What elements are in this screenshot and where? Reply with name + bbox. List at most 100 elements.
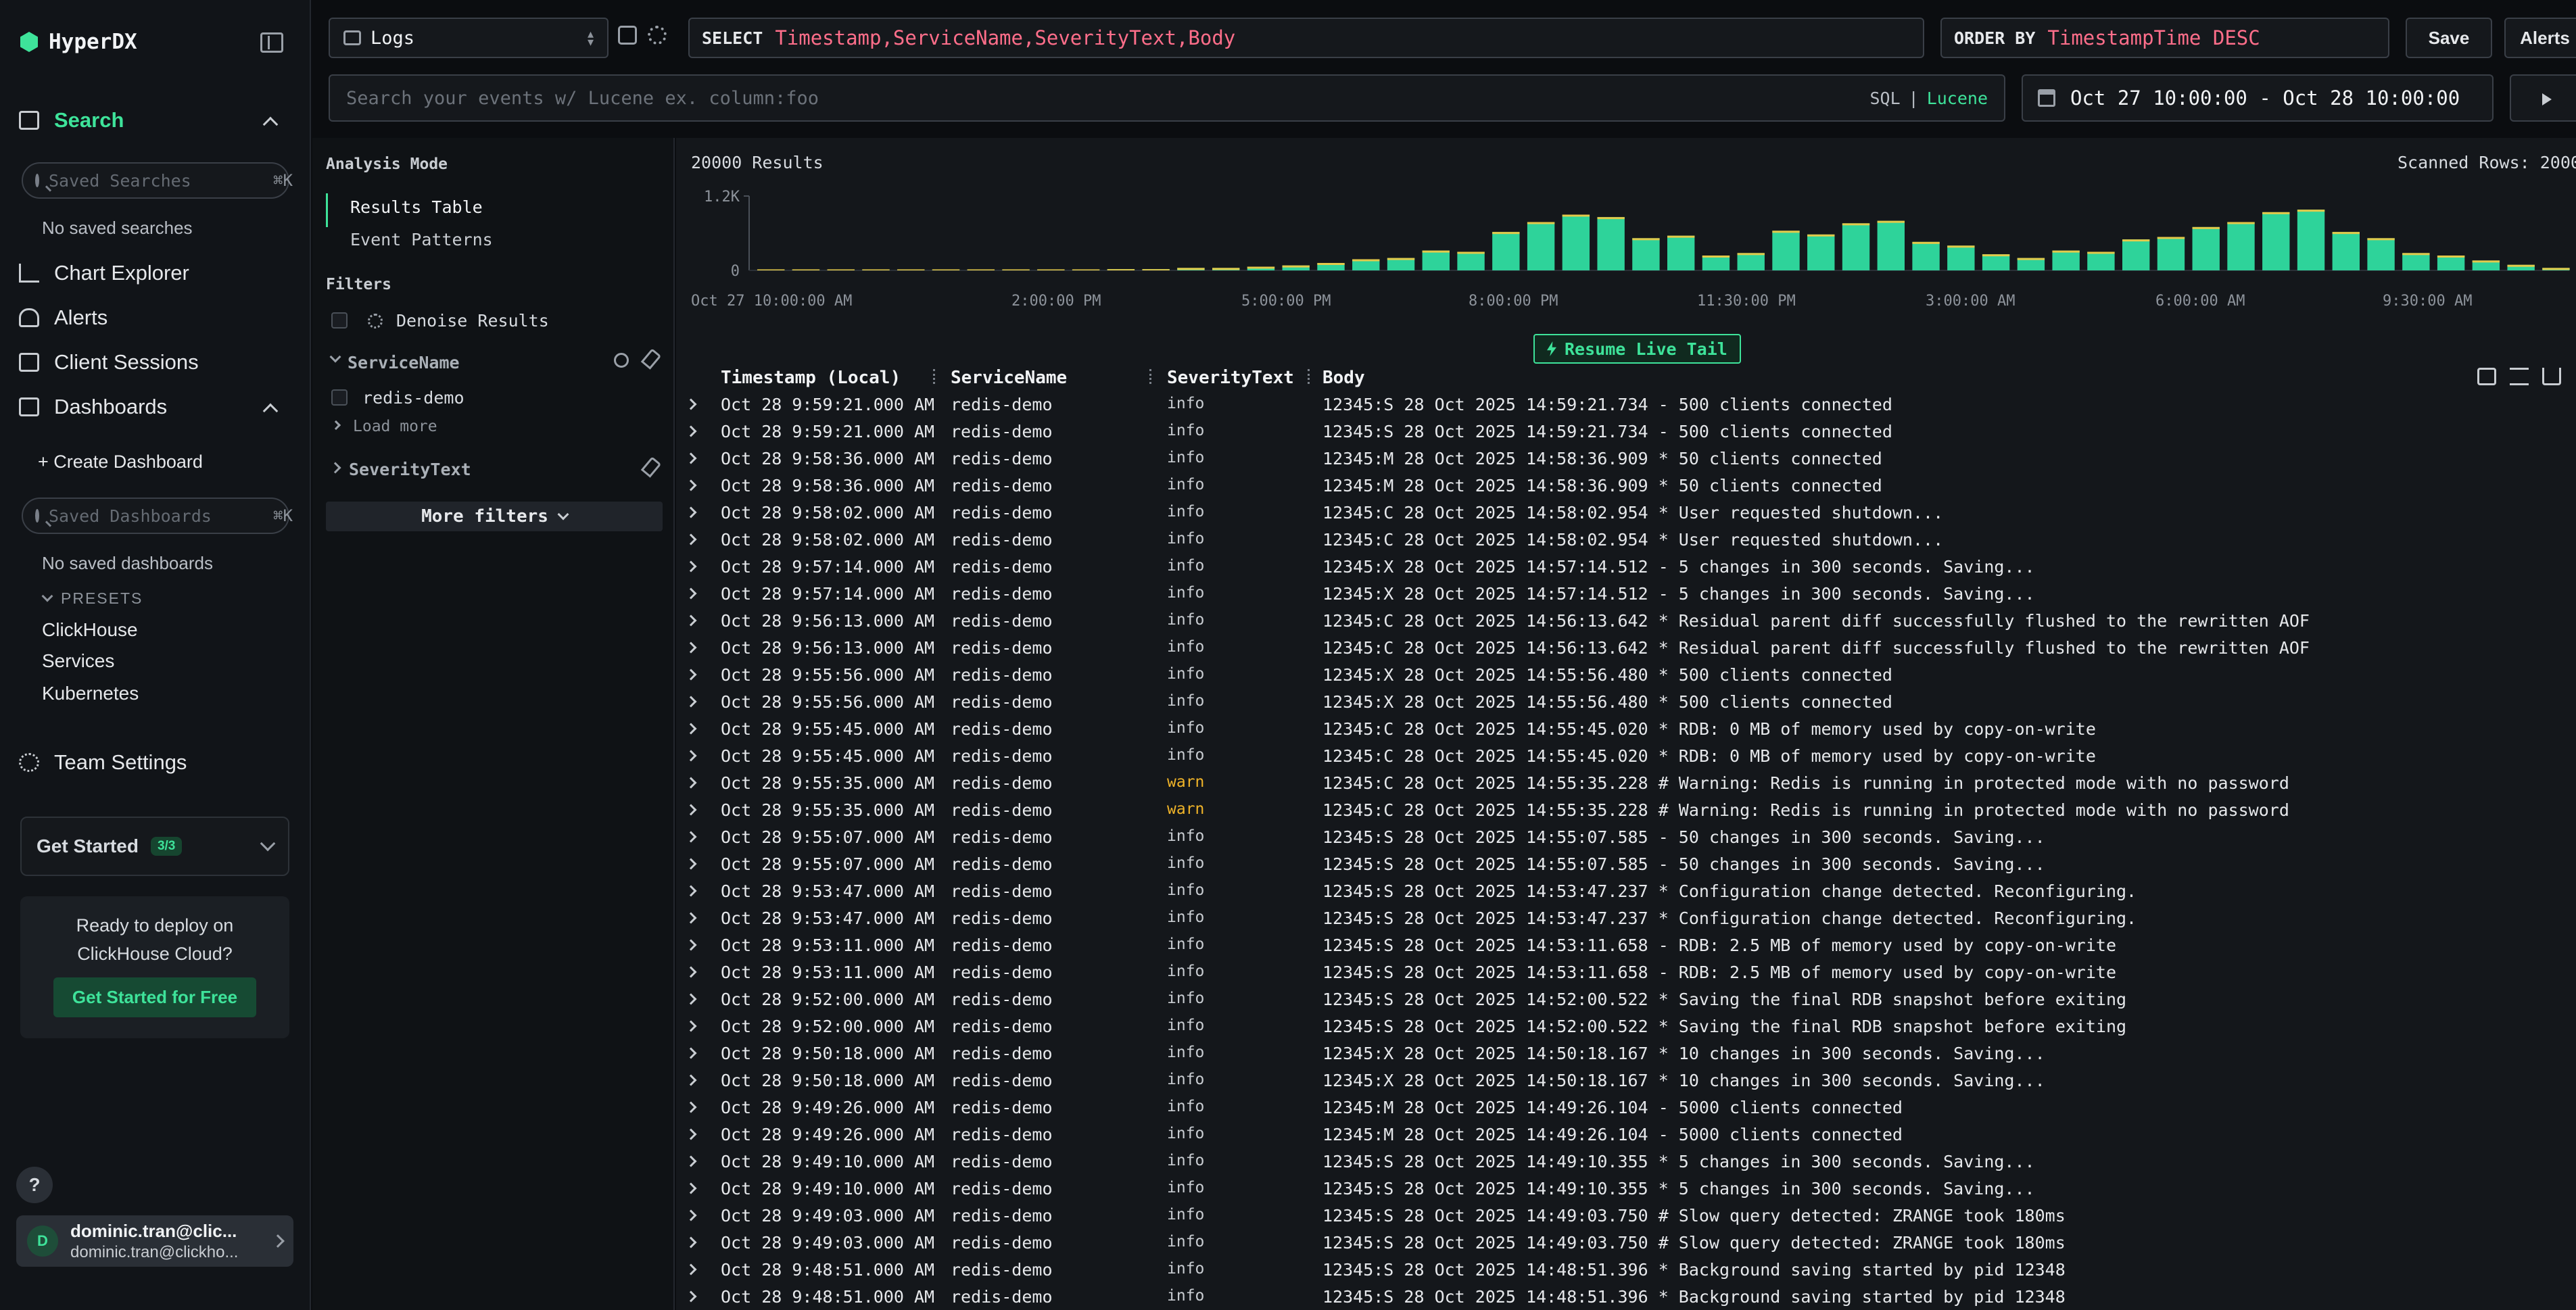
denoise-checkbox[interactable]: [331, 312, 348, 329]
redis-demo-checkbox[interactable]: [331, 389, 348, 406]
table-row[interactable]: Oct 28 9:50:18.000 AM redis-demo info 12345…: [676, 1067, 2576, 1094]
table-row[interactable]: Oct 28 9:59:21.000 AM redis-demo info 12345…: [676, 391, 2576, 418]
column-servicename[interactable]: ServiceName: [951, 368, 1067, 388]
expand-row-icon[interactable]: [685, 723, 697, 735]
table-row[interactable]: Oct 28 9:55:56.000 AM redis-demo info 12345…: [676, 688, 2576, 715]
expand-row-icon[interactable]: [685, 750, 697, 762]
table-row[interactable]: Oct 28 9:55:45.000 AM redis-demo info 12345…: [676, 742, 2576, 769]
app-logo[interactable]: HyperDX: [20, 30, 137, 54]
column-resize-handle[interactable]: [933, 369, 936, 384]
expand-row-icon[interactable]: [685, 939, 697, 951]
saved-searches-field[interactable]: [49, 170, 264, 191]
expand-row-icon[interactable]: [685, 804, 697, 816]
table-row[interactable]: Oct 28 9:58:36.000 AM redis-demo info 12345…: [676, 472, 2576, 499]
severitytext-group[interactable]: SeverityText: [349, 460, 471, 479]
table-row[interactable]: Oct 28 9:50:18.000 AM redis-demo info 12345…: [676, 1040, 2576, 1067]
table-row[interactable]: Oct 28 9:55:45.000 AM redis-demo info 12345…: [676, 715, 2576, 742]
chevron-up-icon[interactable]: [262, 403, 279, 419]
chevron-down-icon[interactable]: [329, 351, 341, 363]
query-language-toggle[interactable]: SQL | Lucene: [1869, 89, 1988, 108]
expand-row-icon[interactable]: [685, 1182, 697, 1194]
expand-row-icon[interactable]: [685, 641, 697, 654]
table-row[interactable]: Oct 28 9:55:07.000 AM redis-demo info 12345…: [676, 850, 2576, 877]
expand-row-icon[interactable]: [685, 696, 697, 708]
expand-row-icon[interactable]: [685, 912, 697, 924]
table-row[interactable]: Oct 28 9:53:11.000 AM redis-demo info 12345…: [676, 931, 2576, 959]
lang-lucene[interactable]: Lucene: [1927, 89, 1988, 108]
table-row[interactable]: Oct 28 9:52:00.000 AM redis-demo info 12345…: [676, 1013, 2576, 1040]
more-filters-button[interactable]: More filters: [326, 502, 663, 531]
table-row[interactable]: Oct 28 9:57:14.000 AM redis-demo info 12345…: [676, 580, 2576, 607]
run-query-button[interactable]: [2510, 74, 2576, 122]
table-row[interactable]: Oct 28 9:55:07.000 AM redis-demo info 12345…: [676, 823, 2576, 850]
results-histogram[interactable]: 1.2K 0 Oct 27 10:00:00 AM 2:00:00 PM 5:00:0…: [676, 178, 2576, 334]
source-schema-icon[interactable]: [618, 26, 637, 45]
table-row[interactable]: Oct 28 9:48:51.000 AM redis-demo info 12345…: [676, 1283, 2576, 1310]
table-row[interactable]: Oct 28 9:59:21.000 AM redis-demo info 12345…: [676, 418, 2576, 445]
expand-row-icon[interactable]: [685, 479, 697, 491]
table-row[interactable]: Oct 28 9:55:35.000 AM redis-demo warn 12345…: [676, 769, 2576, 796]
table-row[interactable]: Oct 28 9:55:56.000 AM redis-demo info 12345…: [676, 661, 2576, 688]
table-row[interactable]: Oct 28 9:53:47.000 AM redis-demo info 12345…: [676, 904, 2576, 931]
table-row[interactable]: Oct 28 9:53:47.000 AM redis-demo info 12345…: [676, 877, 2576, 904]
expand-row-icon[interactable]: [685, 1047, 697, 1059]
expand-row-icon[interactable]: [685, 425, 697, 437]
create-dashboard-button[interactable]: + Create Dashboard: [38, 452, 203, 472]
table-row[interactable]: Oct 28 9:49:03.000 AM redis-demo info 12345…: [676, 1202, 2576, 1229]
table-row[interactable]: Oct 28 9:53:11.000 AM redis-demo info 12345…: [676, 959, 2576, 986]
preset-kubernetes[interactable]: Kubernetes: [42, 683, 139, 704]
table-row[interactable]: Oct 28 9:58:36.000 AM redis-demo info 12345…: [676, 445, 2576, 472]
expand-row-icon[interactable]: [685, 1020, 697, 1032]
search-bar[interactable]: SQL | Lucene: [329, 74, 2005, 122]
preset-services[interactable]: Services: [42, 650, 114, 672]
chevron-right-icon[interactable]: [329, 462, 341, 474]
table-row[interactable]: Oct 28 9:58:02.000 AM redis-demo info 12345…: [676, 526, 2576, 553]
lucene-search-input[interactable]: [346, 87, 1870, 109]
table-row[interactable]: Oct 28 9:56:13.000 AM redis-demo info 12345…: [676, 634, 2576, 661]
alerts-button[interactable]: Alerts: [2504, 18, 2576, 58]
table-row[interactable]: Oct 28 9:48:51.000 AM redis-demo info 12345…: [676, 1256, 2576, 1283]
load-more-link[interactable]: Load more: [353, 418, 437, 435]
expand-row-icon[interactable]: [685, 1263, 697, 1276]
lang-sql[interactable]: SQL: [1869, 89, 1900, 108]
download-icon[interactable]: [2542, 368, 2561, 385]
table-row[interactable]: Oct 28 9:55:35.000 AM redis-demo warn 12345…: [676, 796, 2576, 823]
expand-row-icon[interactable]: [685, 1209, 697, 1221]
pin-icon[interactable]: [640, 456, 662, 478]
table-row[interactable]: Oct 28 9:58:02.000 AM redis-demo info 12345…: [676, 499, 2576, 526]
expand-row-icon[interactable]: [685, 993, 697, 1005]
nav-search[interactable]: Search: [19, 108, 124, 132]
order-by-field[interactable]: ORDER BY TimestampTime DESC: [1940, 18, 2389, 58]
column-body[interactable]: Body: [1322, 368, 1365, 388]
expand-row-icon[interactable]: [685, 452, 697, 464]
code-view-icon[interactable]: [2477, 368, 2496, 385]
search-icon[interactable]: [614, 353, 629, 368]
get-started-panel[interactable]: Get Started 3/3: [20, 817, 289, 876]
gear-icon[interactable]: [648, 26, 667, 45]
expand-row-icon[interactable]: [685, 1155, 697, 1167]
expand-row-icon[interactable]: [685, 858, 697, 870]
saved-searches-input[interactable]: ⌘K: [22, 162, 293, 199]
expand-row-icon[interactable]: [685, 614, 697, 627]
collapse-sidebar-icon[interactable]: [260, 32, 283, 53]
saved-dashboards-field[interactable]: [49, 506, 264, 526]
expand-row-icon[interactable]: [685, 966, 697, 978]
table-row[interactable]: Oct 28 9:49:03.000 AM redis-demo info 12345…: [676, 1229, 2576, 1256]
table-row[interactable]: Oct 28 9:56:13.000 AM redis-demo info 12345…: [676, 607, 2576, 634]
mode-results-table[interactable]: Results Table: [350, 197, 483, 217]
date-range-picker[interactable]: Oct 27 10:00:00 - Oct 28 10:00:00: [2022, 74, 2494, 122]
table-row[interactable]: Oct 28 9:49:26.000 AM redis-demo info 12345…: [676, 1121, 2576, 1148]
column-resize-handle[interactable]: [1149, 369, 1152, 384]
pin-icon[interactable]: [640, 348, 662, 370]
expand-row-icon[interactable]: [685, 1236, 697, 1248]
table-row[interactable]: Oct 28 9:49:10.000 AM redis-demo info 12345…: [676, 1148, 2576, 1175]
table-row[interactable]: Oct 28 9:49:26.000 AM redis-demo info 12345…: [676, 1094, 2576, 1121]
table-row[interactable]: Oct 28 9:52:00.000 AM redis-demo info 12345…: [676, 986, 2576, 1013]
nav-alerts[interactable]: Alerts: [19, 306, 108, 330]
expand-row-icon[interactable]: [685, 1290, 697, 1303]
wrap-lines-icon[interactable]: [2510, 368, 2529, 385]
nav-client-sessions[interactable]: Client Sessions: [19, 350, 199, 374]
expand-row-icon[interactable]: [685, 831, 697, 843]
saved-dashboards-input[interactable]: ⌘K: [22, 498, 293, 534]
table-row[interactable]: Oct 28 9:49:10.000 AM redis-demo info 12345…: [676, 1175, 2576, 1202]
